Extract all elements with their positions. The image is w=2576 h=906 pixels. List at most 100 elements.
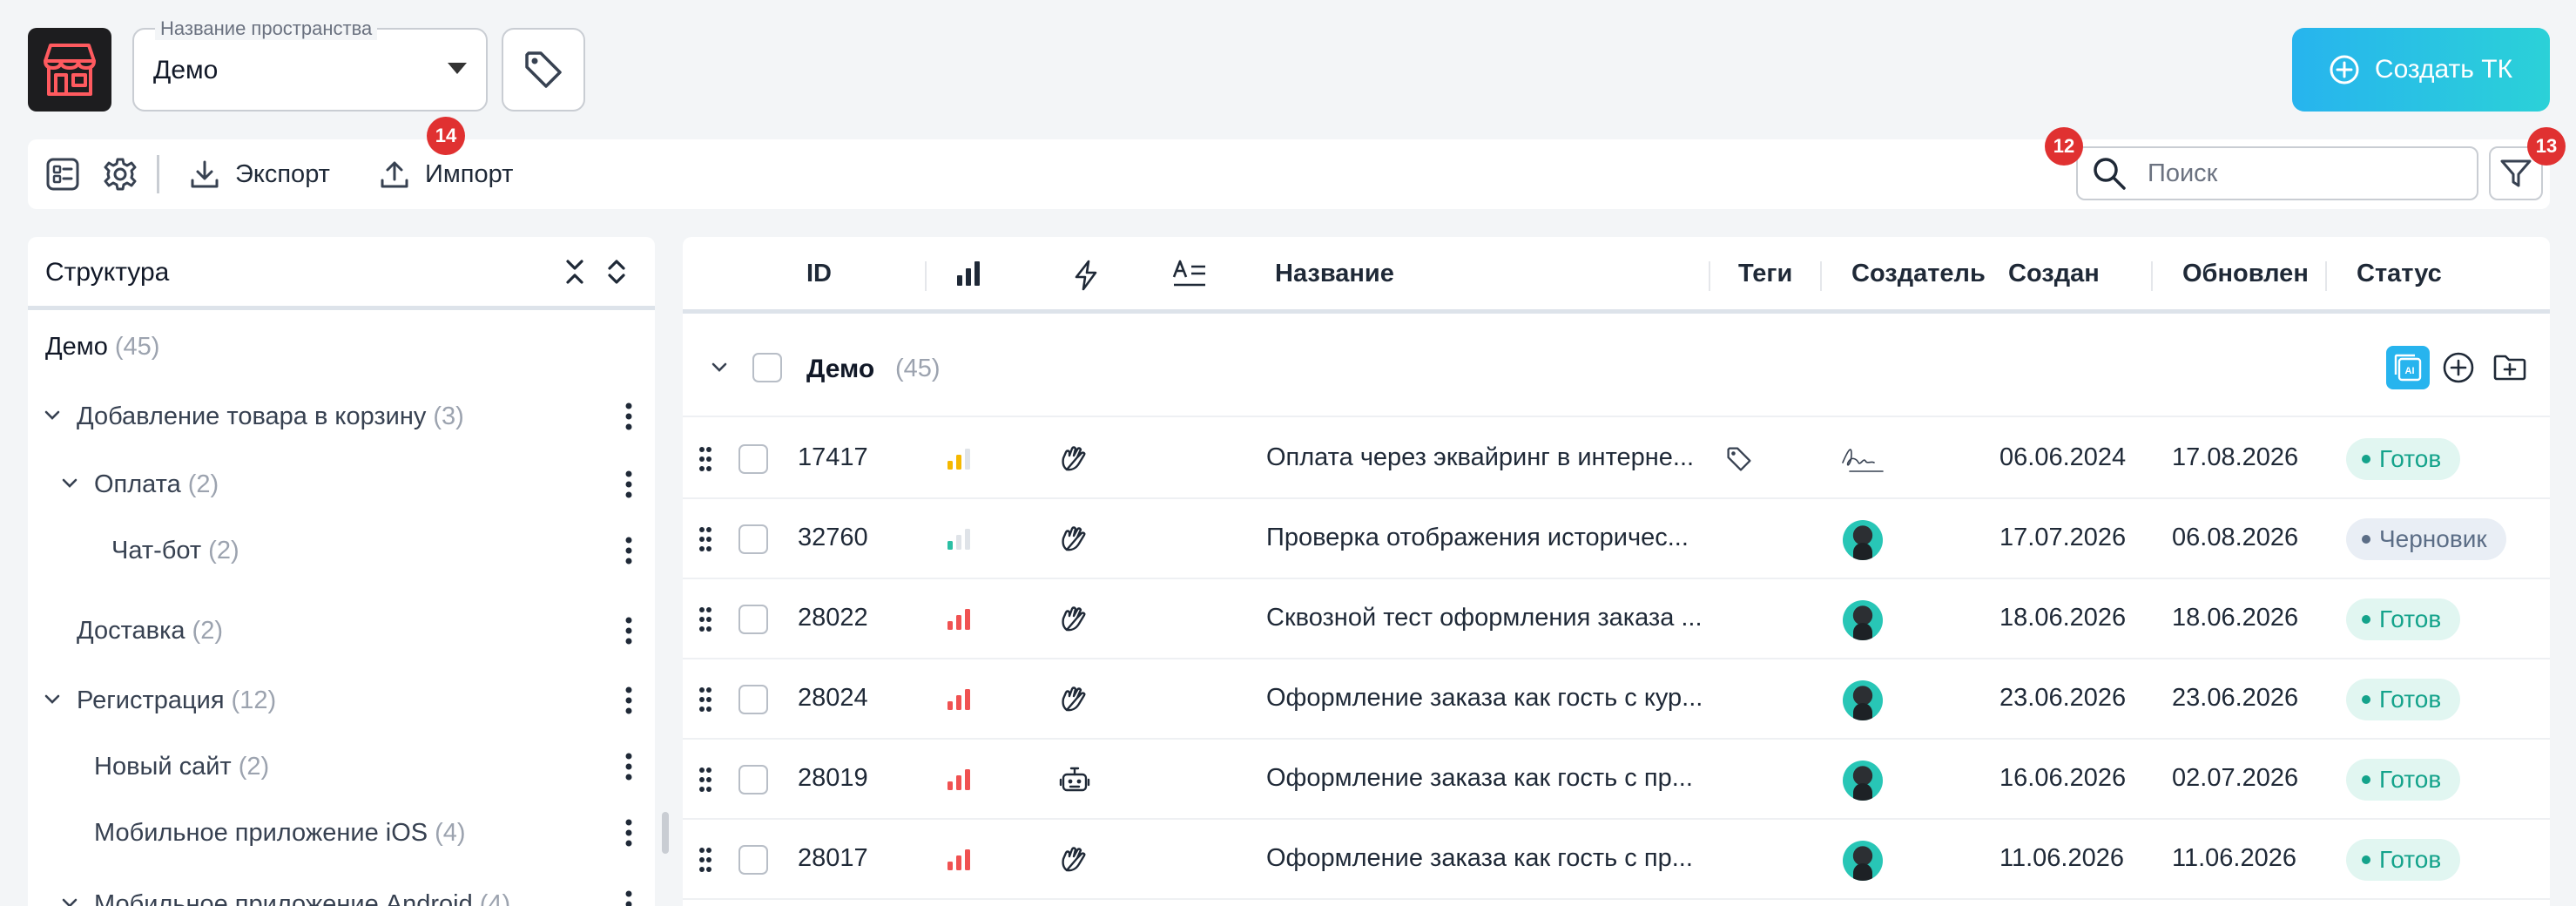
expand-all-button[interactable] bbox=[604, 258, 629, 286]
table-row[interactable]: 28017 Оформление заказа как гость с пр...… bbox=[683, 820, 2550, 900]
space-select[interactable]: Название пространства Демо bbox=[132, 17, 488, 112]
tree-item[interactable]: Регистрация (12) bbox=[28, 674, 655, 727]
row-title[interactable]: Оформление заказа как гость с пр... bbox=[1266, 844, 1716, 873]
status-badge[interactable]: Готов bbox=[2346, 759, 2461, 801]
structure-header: Структура bbox=[28, 237, 655, 310]
table-row[interactable]: 28022 Сквозной тест оформления заказа ...… bbox=[683, 579, 2550, 659]
tree-root[interactable]: Демо (45) bbox=[28, 321, 655, 373]
tree-item[interactable]: Новый сайт (2) bbox=[28, 740, 655, 793]
group-name: Демо bbox=[806, 355, 875, 383]
row-checkbox[interactable] bbox=[738, 845, 768, 875]
drag-handle-icon[interactable] bbox=[698, 686, 712, 713]
app-logo[interactable] bbox=[28, 28, 111, 112]
table-row[interactable]: 28019 Оформление заказа как гость с пр...… bbox=[683, 740, 2550, 820]
search-field[interactable] bbox=[2076, 146, 2478, 200]
row-title[interactable]: Сквозной тест оформления заказа ... bbox=[1266, 604, 1716, 632]
priority-high-icon bbox=[947, 769, 970, 790]
status-dot bbox=[2362, 775, 2370, 784]
status-badge[interactable]: Готов bbox=[2346, 839, 2461, 881]
tree-item[interactable]: Оплата (2) bbox=[28, 458, 655, 510]
kebab-menu-icon[interactable] bbox=[625, 751, 632, 782]
import-button[interactable]: Импорт bbox=[380, 157, 513, 192]
col-name[interactable]: Название bbox=[1275, 260, 1394, 288]
drag-handle-icon[interactable] bbox=[698, 767, 712, 793]
filter-badge: 13 bbox=[2527, 127, 2566, 166]
row-checkbox[interactable] bbox=[738, 685, 768, 714]
kebab-menu-icon[interactable] bbox=[625, 535, 632, 566]
status-badge[interactable]: Готов bbox=[2346, 438, 2461, 480]
chevron-down-icon[interactable] bbox=[44, 409, 61, 422]
table-row[interactable]: 28024 Оформление заказа как гость с кур..… bbox=[683, 659, 2550, 740]
drag-handle-icon[interactable] bbox=[698, 526, 712, 552]
col-updated[interactable]: Обновлен bbox=[2182, 260, 2309, 288]
row-id[interactable]: 28022 bbox=[798, 604, 868, 632]
svg-text:AI: AI bbox=[2405, 366, 2415, 376]
create-testcase-button[interactable]: Создать ТК bbox=[2292, 28, 2550, 112]
upload-icon bbox=[381, 161, 408, 188]
col-text-format[interactable] bbox=[1172, 258, 1207, 289]
row-id[interactable]: 28017 bbox=[798, 844, 868, 873]
col-priority[interactable] bbox=[956, 260, 981, 287]
status-dot bbox=[2362, 855, 2370, 864]
tree-item[interactable]: Добавление товара в корзину (3) bbox=[28, 390, 655, 443]
ai-generate-button[interactable]: AI bbox=[2386, 346, 2430, 389]
row-id[interactable]: 28019 bbox=[798, 764, 868, 793]
structure-scrollbar[interactable] bbox=[662, 812, 669, 854]
row-id[interactable]: 28024 bbox=[798, 684, 868, 713]
status-badge[interactable]: Готов bbox=[2346, 679, 2461, 720]
search-input[interactable] bbox=[2148, 159, 2461, 188]
collapse-all-button[interactable] bbox=[563, 258, 587, 286]
tree-item[interactable]: Мобильное приложение iOS (4) bbox=[28, 807, 655, 859]
row-id[interactable]: 17417 bbox=[798, 443, 868, 472]
row-checkbox[interactable] bbox=[738, 765, 768, 794]
chevron-down-icon[interactable] bbox=[61, 477, 78, 490]
drag-handle-icon[interactable] bbox=[698, 446, 712, 472]
row-id[interactable]: 32760 bbox=[798, 524, 868, 552]
download-icon bbox=[191, 160, 219, 188]
add-folder-button[interactable] bbox=[2492, 351, 2527, 384]
kebab-menu-icon[interactable] bbox=[625, 401, 632, 432]
status-badge[interactable]: Готов bbox=[2346, 598, 2461, 640]
plus-circle-icon bbox=[2330, 55, 2359, 85]
col-type[interactable] bbox=[1073, 260, 1099, 291]
kebab-menu-icon[interactable] bbox=[625, 615, 632, 646]
tree-item[interactable]: Доставка (2) bbox=[28, 605, 655, 657]
chevron-down-icon[interactable] bbox=[61, 897, 78, 906]
chevron-down-icon[interactable] bbox=[711, 362, 728, 374]
row-title[interactable]: Проверка отображения историчес... bbox=[1266, 524, 1716, 552]
row-title[interactable]: Оформление заказа как гость с кур... bbox=[1266, 684, 1716, 713]
column-divider bbox=[925, 261, 927, 291]
col-id[interactable]: ID bbox=[806, 260, 832, 288]
row-title[interactable]: Оплата через эквайринг в интерне... bbox=[1266, 443, 1716, 472]
settings-button[interactable] bbox=[103, 157, 138, 192]
chevron-down-icon[interactable] bbox=[44, 693, 61, 706]
col-status[interactable]: Статус bbox=[2357, 260, 2442, 288]
row-checkbox[interactable] bbox=[738, 444, 768, 474]
add-testcase-button[interactable] bbox=[2442, 351, 2475, 384]
kebab-menu-icon[interactable] bbox=[625, 817, 632, 849]
import-label: Импорт bbox=[425, 159, 514, 188]
drag-handle-icon[interactable] bbox=[698, 847, 712, 873]
col-tags[interactable]: Теги bbox=[1738, 260, 1792, 288]
table-row[interactable]: 17417 Оплата через эквайринг в интерне...… bbox=[683, 419, 2550, 499]
tags-button[interactable] bbox=[502, 28, 585, 112]
tree-item[interactable]: Мобильное приложение Android (4) bbox=[28, 878, 655, 906]
kebab-menu-icon[interactable] bbox=[625, 469, 632, 500]
group-checkbox[interactable] bbox=[752, 353, 782, 382]
kebab-menu-icon[interactable] bbox=[625, 685, 632, 716]
list-view-button[interactable] bbox=[45, 157, 80, 192]
drag-handle-icon[interactable] bbox=[698, 606, 712, 632]
row-checkbox[interactable] bbox=[738, 605, 768, 634]
row-checkbox[interactable] bbox=[738, 524, 768, 554]
tag-icon[interactable] bbox=[1726, 446, 1752, 472]
lightning-icon bbox=[1075, 260, 1097, 291]
col-creator[interactable]: Создатель bbox=[1851, 260, 1986, 288]
col-created[interactable]: Создан bbox=[2008, 260, 2100, 288]
kebab-menu-icon[interactable] bbox=[625, 889, 632, 906]
tree-item[interactable]: Чат-бот (2) bbox=[28, 524, 655, 577]
row-title[interactable]: Оформление заказа как гость с пр... bbox=[1266, 764, 1716, 793]
status-badge[interactable]: Черновик bbox=[2346, 518, 2506, 560]
export-button[interactable]: Экспорт bbox=[190, 157, 330, 192]
tree-item-label: Новый сайт bbox=[94, 753, 232, 781]
table-row[interactable]: 32760 Проверка отображения историчес... 17… bbox=[683, 499, 2550, 579]
